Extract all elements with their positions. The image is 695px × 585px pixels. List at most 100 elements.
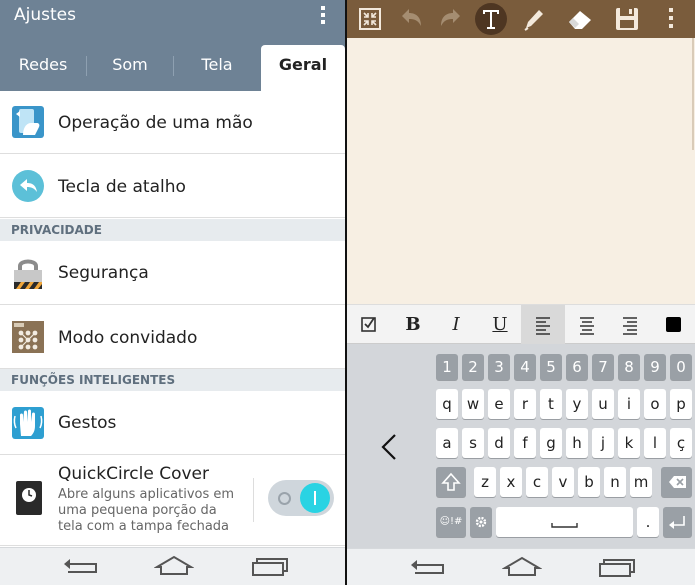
key-period[interactable]: .	[637, 507, 659, 537]
key-e[interactable]: e	[488, 389, 510, 419]
key-l[interactable]: l	[644, 428, 666, 458]
settings-item-shortcut-key[interactable]: Tecla de atalho	[0, 155, 345, 218]
back-icon[interactable]	[407, 555, 447, 581]
key-u[interactable]: u	[592, 389, 614, 419]
overflow-menu-icon[interactable]	[661, 4, 681, 34]
settings-header: Ajustes	[0, 0, 345, 38]
settings-title: Ajustes	[14, 5, 76, 25]
key-s[interactable]: s	[462, 428, 484, 458]
align-right-icon[interactable]	[608, 305, 652, 345]
settings-item-security[interactable]: Segurança	[0, 241, 345, 305]
undo-icon[interactable]	[396, 4, 426, 34]
key-3[interactable]: 3	[488, 354, 510, 380]
settings-item-description: Abre alguns aplicativos em uma pequena p…	[58, 487, 235, 534]
quickcircle-icon	[16, 481, 42, 515]
section-header-funcoes-inteligentes: FUNÇÕES INTELIGENTES	[0, 369, 345, 391]
symbols-key[interactable]: ☺!#	[436, 507, 466, 537]
checkbox-icon[interactable]	[347, 305, 391, 345]
bold-button[interactable]: B	[391, 305, 435, 345]
key-c[interactable]: c	[526, 467, 548, 497]
home-icon[interactable]	[502, 555, 542, 581]
settings-item-gestures[interactable]: Gestos	[0, 391, 345, 455]
redo-icon[interactable]	[436, 4, 466, 34]
key-x[interactable]: x	[500, 467, 522, 497]
settings-item-label: QuickCircle Cover	[58, 464, 209, 484]
key-z[interactable]: z	[474, 467, 496, 497]
note-canvas[interactable]	[347, 38, 695, 304]
key-i[interactable]: i	[618, 389, 640, 419]
quickcircle-toggle[interactable]	[268, 480, 334, 516]
key-j[interactable]: j	[592, 428, 614, 458]
key-7[interactable]: 7	[592, 354, 614, 380]
key-c-cedilla[interactable]: ç	[670, 428, 692, 458]
backspace-icon[interactable]	[661, 467, 692, 497]
key-4[interactable]: 4	[514, 354, 536, 380]
key-o[interactable]: o	[644, 389, 666, 419]
align-center-icon[interactable]	[565, 305, 609, 345]
settings-item-label: Gestos	[58, 413, 117, 433]
collapse-icon[interactable]	[355, 4, 385, 34]
settings-item-quickcircle[interactable]: QuickCircle Cover Abre alguns aplicativo…	[0, 456, 345, 546]
key-1[interactable]: 1	[436, 354, 458, 380]
key-0[interactable]: 0	[670, 354, 692, 380]
key-w[interactable]: w	[462, 389, 484, 419]
enter-icon[interactable]	[663, 507, 692, 537]
recent-apps-icon[interactable]	[597, 555, 637, 581]
key-2[interactable]: 2	[462, 354, 484, 380]
key-5[interactable]: 5	[540, 354, 562, 380]
key-h[interactable]: h	[566, 428, 588, 458]
key-q[interactable]: q	[436, 389, 458, 419]
align-left-icon[interactable]	[521, 305, 565, 345]
toggle-off-indicator	[278, 492, 291, 505]
color-swatch[interactable]	[666, 317, 681, 332]
format-toolbar: B I U	[347, 304, 695, 345]
key-d[interactable]: d	[488, 428, 510, 458]
save-icon[interactable]	[612, 4, 642, 34]
tab-som[interactable]: Som	[87, 45, 173, 91]
eraser-icon[interactable]	[565, 4, 595, 34]
canvas-scrollbar[interactable]	[692, 38, 694, 150]
one-hand-icon	[12, 106, 44, 138]
section-header-privacidade: PRIVACIDADE	[0, 219, 345, 241]
settings-gear-icon[interactable]	[470, 507, 492, 537]
settings-item-guest-mode[interactable]: Modo convidado	[0, 306, 345, 369]
key-9[interactable]: 9	[644, 354, 666, 380]
tab-geral[interactable]: Geral	[261, 45, 345, 91]
settings-item-one-hand[interactable]: Operação de uma mão	[0, 91, 345, 154]
key-n[interactable]: n	[604, 467, 626, 497]
key-f[interactable]: f	[514, 428, 536, 458]
key-k[interactable]: k	[618, 428, 640, 458]
home-icon[interactable]	[154, 554, 194, 580]
key-r[interactable]: r	[514, 389, 536, 419]
recent-apps-icon[interactable]	[250, 554, 290, 580]
underline-button[interactable]: U	[478, 305, 522, 345]
key-6[interactable]: 6	[566, 354, 588, 380]
space-key[interactable]	[496, 507, 633, 537]
pen-icon[interactable]	[519, 4, 549, 34]
note-screen: B I U 1 2 3 4 5 6 7 8 9 0 q w e r t y u …	[347, 0, 695, 585]
overflow-menu-icon[interactable]	[313, 3, 333, 31]
back-icon[interactable]	[60, 554, 100, 580]
navigation-bar	[0, 547, 345, 585]
note-toolbar	[347, 0, 695, 38]
italic-button[interactable]: I	[434, 305, 478, 345]
settings-item-label: Modo convidado	[58, 328, 198, 348]
settings-screen: Ajustes Redes Som Tela Geral Operação de…	[0, 0, 345, 585]
key-a[interactable]: a	[436, 428, 458, 458]
key-8[interactable]: 8	[618, 354, 640, 380]
key-p[interactable]: p	[670, 389, 692, 419]
key-b[interactable]: b	[578, 467, 600, 497]
key-g[interactable]: g	[540, 428, 562, 458]
key-v[interactable]: v	[552, 467, 574, 497]
navigation-bar	[347, 548, 695, 585]
key-t[interactable]: t	[540, 389, 562, 419]
chevron-left-icon[interactable]	[377, 432, 401, 462]
key-y[interactable]: y	[566, 389, 588, 419]
key-m[interactable]: m	[630, 467, 652, 497]
tab-tela[interactable]: Tela	[174, 45, 260, 91]
shift-icon[interactable]	[436, 467, 466, 497]
settings-item-label: Segurança	[58, 263, 149, 283]
guest-mode-icon	[12, 321, 44, 353]
text-tool-icon[interactable]	[475, 3, 507, 35]
tab-redes[interactable]: Redes	[0, 45, 86, 91]
